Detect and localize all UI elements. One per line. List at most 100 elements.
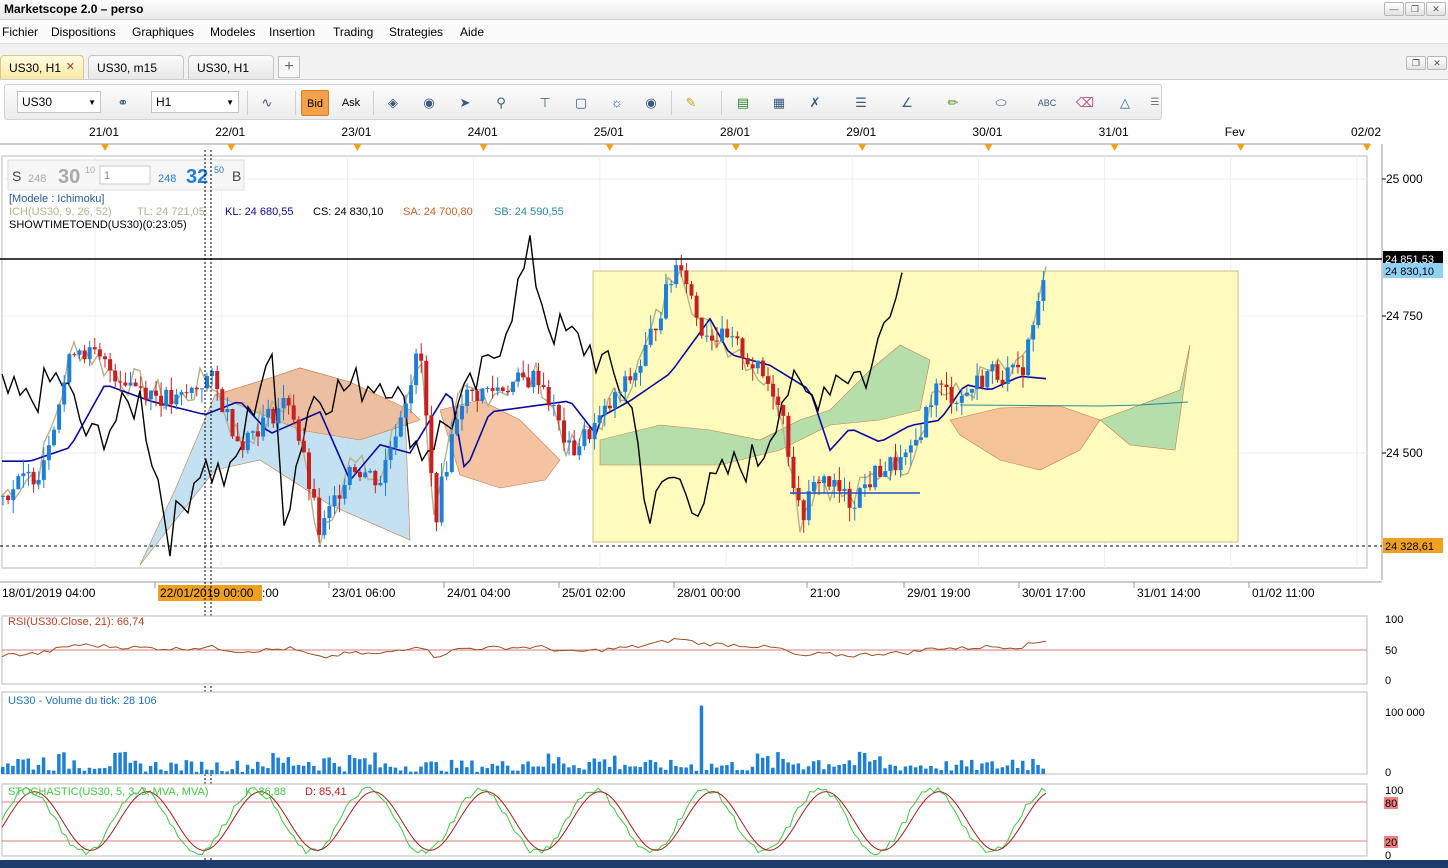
- camera-icon[interactable]: ▢: [567, 90, 595, 116]
- menu-bar: Fichier Dispositions Graphiques Modeles …: [0, 20, 1448, 44]
- candle-body: [449, 434, 454, 473]
- volume-bar: [123, 751, 127, 774]
- zoom-icon[interactable]: ⚲: [487, 90, 515, 116]
- menu-trading[interactable]: Trading: [333, 25, 373, 39]
- candle-body: [189, 387, 194, 394]
- candle-body: [526, 377, 531, 388]
- instrument-select[interactable]: US30 ▼: [17, 91, 101, 113]
- menu-fichier[interactable]: Fichier: [2, 25, 38, 39]
- ruler-icon[interactable]: ✎: [677, 90, 705, 116]
- candle-body: [439, 476, 444, 523]
- volume-bar: [684, 767, 688, 774]
- volume-bar: [245, 764, 250, 774]
- add-tab-button[interactable]: +: [278, 56, 300, 78]
- settings-icon[interactable]: ☼: [603, 90, 631, 116]
- volume-bar: [465, 767, 469, 774]
- chart-toolbar: US30 ▼ ⚭ H1 ▼ ∿ Bid Ask ◈ ◉ ➤ ⚲ ⊤ ▢ ☼ ◉ ✎ …: [4, 84, 1162, 120]
- buy-main[interactable]: 32: [186, 166, 208, 188]
- volume-panel[interactable]: US30 - Volume du tick: 28 106 100 000 0: [1, 691, 1425, 779]
- candle-body: [393, 436, 398, 448]
- fan-icon[interactable]: ∠: [893, 90, 921, 116]
- tab-us30-h1-active[interactable]: US30, H1 ✕: [0, 55, 84, 79]
- chart-type-icon[interactable]: ∿: [253, 90, 281, 116]
- candle-body: [1026, 339, 1031, 376]
- volume-bar: [11, 765, 15, 774]
- candle-body: [883, 471, 888, 477]
- restore-chart-button[interactable]: ❐: [1406, 56, 1426, 70]
- drawing-icon[interactable]: ⊤: [531, 90, 559, 116]
- table-icon[interactable]: ▦: [765, 90, 793, 116]
- tab-us30-m15[interactable]: US30, m15: [88, 55, 184, 79]
- quote-panel[interactable]: S 248 30 10 1 248 32 50 B: [7, 159, 245, 191]
- restore-button[interactable]: ❐: [1405, 2, 1425, 16]
- indicator-remove-icon[interactable]: ◉: [415, 90, 443, 116]
- menu-strategies[interactable]: Strategies: [389, 25, 443, 39]
- candle-body: [1041, 280, 1046, 302]
- image-icon[interactable]: ▤: [729, 90, 757, 116]
- volume-tick-100000: 100 000: [1385, 707, 1425, 719]
- ellipse-icon[interactable]: ⬭: [987, 90, 1015, 116]
- candle-body: [460, 405, 464, 420]
- volume-bar: [511, 770, 515, 774]
- candle-body: [694, 295, 699, 318]
- text-icon[interactable]: ABC: [1033, 90, 1061, 116]
- volume-bar: [439, 770, 444, 774]
- menu-aide[interactable]: Aide: [460, 25, 484, 39]
- title-bar: Marketscope 2.0 – perso — ❐ ✕: [0, 0, 1448, 20]
- volume-bar: [414, 771, 418, 774]
- volume-bar: [1010, 759, 1015, 774]
- instrument-value: US30: [22, 95, 53, 109]
- candle-body: [1000, 379, 1005, 384]
- volume-bar: [317, 770, 321, 774]
- close-chart-button[interactable]: ✕: [1427, 56, 1447, 70]
- rsi-panel[interactable]: RSI(US30.Close, 21): 66,74 100 50 0: [1, 614, 1403, 687]
- minimize-button[interactable]: —: [1384, 2, 1404, 16]
- eraser-icon[interactable]: ⌫: [1071, 90, 1099, 116]
- indicator-icon[interactable]: ◈: [379, 90, 407, 116]
- volume-bar: [281, 762, 285, 774]
- globe-icon[interactable]: ◉: [637, 90, 665, 116]
- chart-area[interactable]: 21/01 22/01 23/01 24/01 25/01 28/01 29/01 30/01…: [0, 120, 1448, 868]
- link-icon[interactable]: ⚭: [109, 90, 137, 116]
- menu-modeles[interactable]: Modeles: [210, 25, 255, 39]
- volume-bar: [832, 766, 836, 774]
- candle-body: [245, 432, 250, 451]
- trend-line-icon[interactable]: ✗: [801, 90, 829, 116]
- candle-body: [26, 471, 31, 474]
- stochastic-panel[interactable]: STOCHASTIC(US30, 5, 3, 3, MVA, MVA) K: 8…: [1, 783, 1403, 862]
- volume-bar: [791, 764, 795, 774]
- volume-bar: [393, 767, 398, 774]
- timeframe-select[interactable]: H1 ▼: [151, 91, 239, 113]
- ask-button[interactable]: Ask: [337, 90, 365, 116]
- candle-body: [52, 429, 56, 446]
- close-tab-icon[interactable]: ✕: [66, 60, 75, 73]
- volume-bar: [919, 765, 923, 774]
- volume-bar: [327, 757, 331, 774]
- price-tick-label: 24 500: [1386, 446, 1423, 460]
- pencil-icon[interactable]: ✏: [939, 90, 967, 116]
- menu-graphiques[interactable]: Graphiques: [132, 25, 194, 39]
- volume-bar: [194, 771, 199, 774]
- candle-body: [118, 381, 123, 383]
- candle-body: [199, 388, 204, 390]
- tab-bar: US30, H1 ✕ US30, m15 US30, H1 + ❐ ✕: [0, 44, 1448, 80]
- menu-dispositions[interactable]: Dispositions: [51, 25, 116, 39]
- sell-main[interactable]: 30: [58, 166, 80, 188]
- tab-us30-h1[interactable]: US30, H1: [188, 55, 274, 79]
- candle-body: [582, 429, 587, 447]
- close-button[interactable]: ✕: [1426, 2, 1446, 16]
- volume-bar: [980, 763, 984, 774]
- candle-body: [368, 470, 373, 473]
- volume-bar: [363, 758, 367, 774]
- bid-button[interactable]: Bid: [301, 90, 329, 116]
- candle-body: [760, 360, 765, 377]
- volume-bar: [460, 760, 464, 774]
- menu-icon[interactable]: ☰: [1141, 90, 1169, 116]
- cursor-icon[interactable]: ➤: [451, 90, 479, 116]
- volume-bar: [169, 762, 173, 774]
- candle-body: [587, 429, 592, 440]
- menu-insertion[interactable]: Insertion: [269, 25, 315, 39]
- candle-body: [607, 405, 612, 409]
- tree-icon[interactable]: △: [1111, 90, 1139, 116]
- lines-icon[interactable]: ☰: [847, 90, 875, 116]
